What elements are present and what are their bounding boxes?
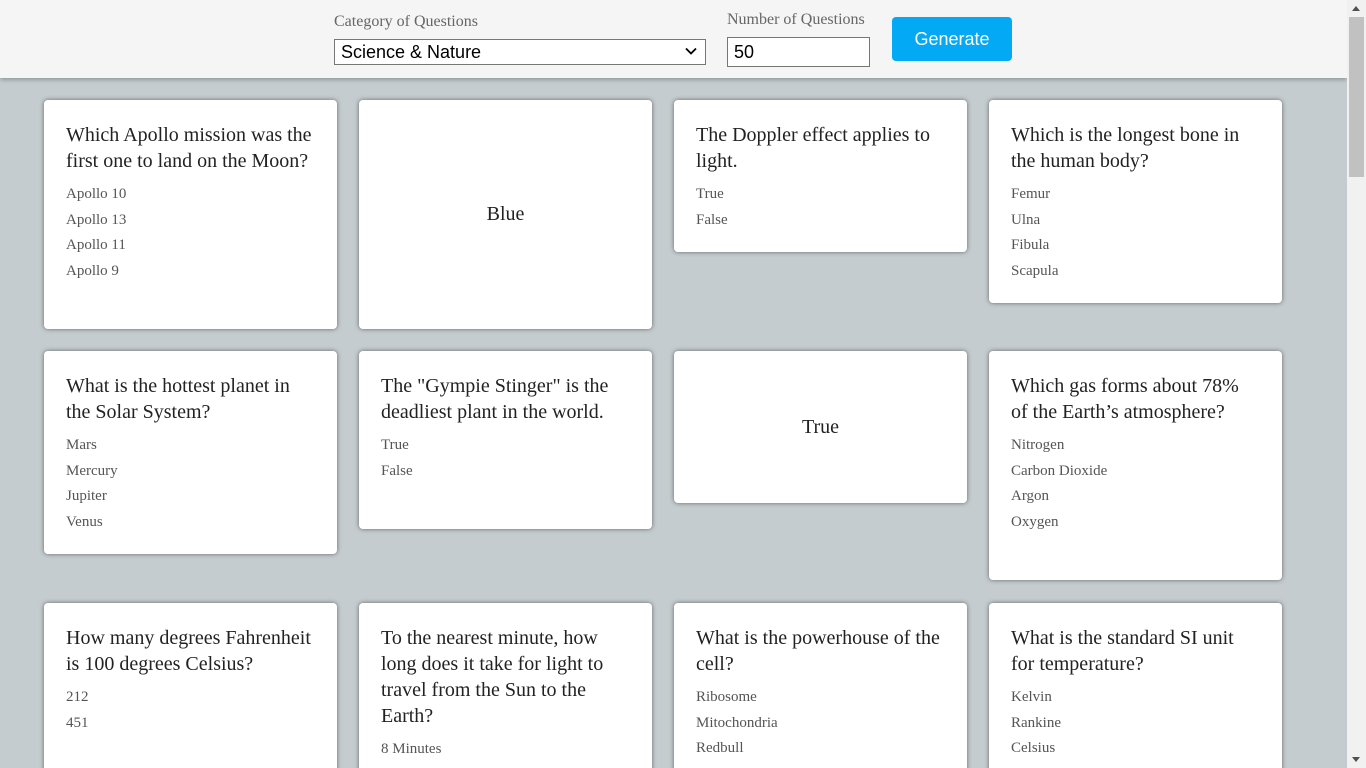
answer-option: Mercury xyxy=(66,462,118,479)
scroll-down-arrow-icon[interactable] xyxy=(1352,757,1360,762)
answer-option: 451 xyxy=(66,714,89,731)
answer-option: Fibula xyxy=(1011,237,1050,253)
flashcard-answer: Blue xyxy=(486,203,525,225)
category-select[interactable]: Science & Nature xyxy=(334,39,706,65)
flashcard[interactable]: What is the powerhouse of the cell? Ribos… xyxy=(674,603,967,768)
flashcard-question: What is the powerhouse of the cell? xyxy=(696,627,940,675)
flashcard[interactable]: The "Gympie Stinger" is the deadliest pl… xyxy=(359,351,652,529)
answer-options: Femur Ulna Fibula Scapula xyxy=(1011,182,1260,284)
scrollbar-thumb[interactable] xyxy=(1349,17,1364,177)
answer-option: Apollo 13 xyxy=(66,211,127,228)
flashcard-question: Which is the longest bone in the human b… xyxy=(1011,124,1240,172)
answer-option: Celsius xyxy=(1011,740,1056,756)
answer-options: Ribosome Mitochondria Redbull xyxy=(696,685,945,762)
flashcard[interactable]: What is the standard SI unit for tempera… xyxy=(989,603,1282,768)
flashcard-question: How many degrees Fahrenheit is 100 degre… xyxy=(66,627,311,675)
flashcard-question: What is the hottest planet in the Solar … xyxy=(66,375,290,423)
answer-options: 212 451 xyxy=(66,685,315,736)
answer-option: Oxygen xyxy=(1011,513,1059,530)
answer-option: True xyxy=(381,437,409,453)
answer-option: Nitrogen xyxy=(1011,437,1065,453)
answer-option: Apollo 10 xyxy=(66,186,127,202)
generate-button[interactable]: Generate xyxy=(892,17,1012,61)
chevron-down-icon xyxy=(685,47,697,55)
answer-option: Scapula xyxy=(1011,262,1059,279)
flashcard-question: The Doppler effect applies to light. xyxy=(696,124,930,172)
answer-option: Femur xyxy=(1011,186,1051,202)
category-selected-value: Science & Nature xyxy=(341,42,482,62)
number-label: Number of Questions xyxy=(727,11,865,28)
answer-option: Mars xyxy=(66,437,97,453)
answer-option: Mitochondria xyxy=(696,714,778,731)
answer-option: Jupiter xyxy=(66,488,107,504)
scroll-up-arrow-icon[interactable] xyxy=(1352,6,1360,11)
flashcard-question: What is the standard SI unit for tempera… xyxy=(1011,627,1234,675)
flashcard[interactable]: To the nearest minute, how long does it … xyxy=(359,603,652,768)
category-label: Category of Questions xyxy=(334,13,478,30)
answer-option: Argon xyxy=(1011,488,1050,504)
answer-options: 8 Minutes xyxy=(381,737,630,763)
flashcard[interactable]: Blue xyxy=(359,100,652,329)
answer-option: Rankine xyxy=(1011,714,1061,731)
answer-option: Apollo 11 xyxy=(66,237,126,253)
answer-options: Apollo 10 Apollo 13 Apollo 11 Apollo 9 xyxy=(66,182,315,284)
answer-option: Kelvin xyxy=(1011,689,1052,705)
flashcard-question: Which Apollo mission was the first one t… xyxy=(66,124,312,172)
answer-option: Carbon Dioxide xyxy=(1011,462,1108,479)
answer-options: True False xyxy=(381,433,630,484)
answer-option: 8 Minutes xyxy=(381,741,442,757)
number-of-questions-input[interactable]: 50 xyxy=(727,37,870,67)
flashcard[interactable]: Which is the longest bone in the human b… xyxy=(989,100,1282,303)
flashcard[interactable]: The Doppler effect applies to light. True… xyxy=(674,100,967,252)
answer-options: Kelvin Rankine Celsius xyxy=(1011,685,1260,762)
answer-option: Ulna xyxy=(1011,211,1041,228)
flashcard[interactable]: How many degrees Fahrenheit is 100 degre… xyxy=(44,603,337,768)
answer-option: 212 xyxy=(66,689,89,705)
flashcard[interactable]: Which gas forms about 78% of the Earth’s… xyxy=(989,351,1282,580)
answer-option: Apollo 9 xyxy=(66,262,119,279)
flashcard-question: To the nearest minute, how long does it … xyxy=(381,627,604,727)
answer-options: Mars Mercury Jupiter Venus xyxy=(66,433,315,535)
answer-option: Venus xyxy=(66,513,103,530)
flashcard[interactable]: What is the hottest planet in the Solar … xyxy=(44,351,337,554)
flashcard-answer: True xyxy=(801,415,840,438)
answer-option: False xyxy=(696,211,728,228)
answer-option: Ribosome xyxy=(696,689,757,705)
flashcard[interactable]: Which Apollo mission was the first one t… xyxy=(44,100,337,329)
flashcard-question: Which gas forms about 78% of the Earth’s… xyxy=(1011,375,1239,423)
answer-options: Nitrogen Carbon Dioxide Argon Oxygen xyxy=(1011,433,1260,535)
answer-option: False xyxy=(381,462,413,479)
vertical-scrollbar[interactable] xyxy=(1347,0,1366,768)
answer-option: Redbull xyxy=(696,740,744,756)
answer-option: True xyxy=(696,186,724,202)
answer-options: True False xyxy=(696,182,945,233)
top-toolbar: Category of Questions Science & Nature N… xyxy=(0,0,1347,78)
flashcard-question: The "Gympie Stinger" is the deadliest pl… xyxy=(381,375,609,423)
flashcard[interactable]: True xyxy=(674,351,967,503)
